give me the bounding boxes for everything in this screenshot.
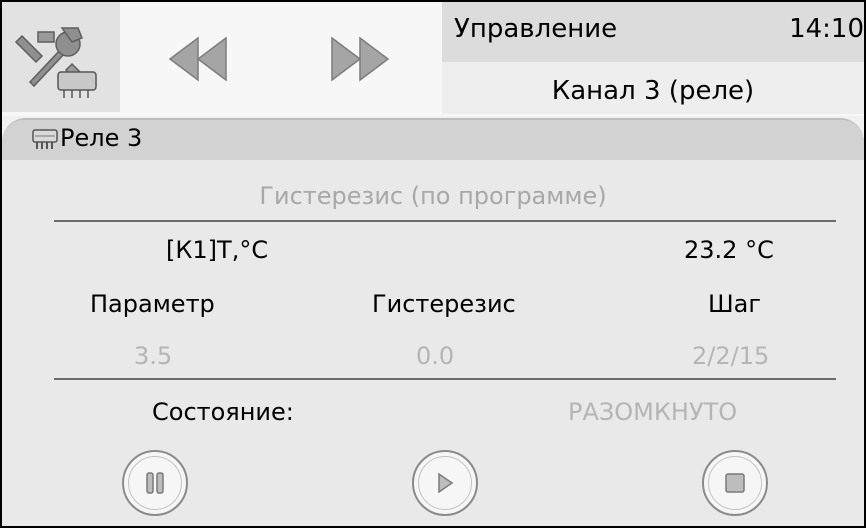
hysteresis-header: Гистерезис [372,290,516,318]
next-button[interactable] [300,12,418,106]
step-header: Шаг [708,290,761,318]
step-value[interactable]: 2/2/15 [692,342,769,370]
play-button[interactable] [412,450,478,516]
divider-bottom [54,378,836,380]
title-panel: Управление 14:10 [442,2,864,62]
pause-icon [146,472,164,494]
clock: 14:10 [789,14,864,44]
channel-subtitle: Канал 3 (реле) [442,62,864,114]
section-header: Реле 3 [2,120,864,160]
double-left-arrow-icon [168,36,227,82]
sensor-value: 23.2 °С [684,236,774,264]
parameter-header: Параметр [90,290,215,318]
state-value: РАЗОМКНУТО [568,398,738,426]
double-right-arrow-icon [331,36,390,82]
stop-button[interactable] [702,450,768,516]
relay-icon [32,129,58,149]
parameter-value[interactable]: 3.5 [134,342,172,370]
pause-button[interactable] [122,450,188,516]
previous-button[interactable] [140,12,258,106]
mode-label: Гистерезис (по программе) [259,182,607,210]
stop-icon [725,473,745,493]
top-bar: Управление 14:10 Канал 3 (реле) [2,2,864,116]
device-screen: Управление 14:10 Канал 3 (реле) Реле 3 Г… [0,0,866,528]
wrench-screwdriver-relay-icon [14,27,97,98]
divider-top [54,220,836,222]
state-label: Состояние: [152,398,294,426]
sensor-label: [К1]T,°С [166,236,269,264]
relay-panel: Реле 3 Гистерезис (по программе) [К1]T,°… [2,118,864,526]
play-button-face [418,456,472,510]
play-icon [438,472,454,494]
pause-button-face [128,456,182,510]
hysteresis-value[interactable]: 0.0 [416,342,454,370]
screen-title: Управление [454,14,618,44]
section-title: Реле 3 [60,124,143,152]
tools-button[interactable] [2,2,120,112]
stop-button-face [708,456,762,510]
